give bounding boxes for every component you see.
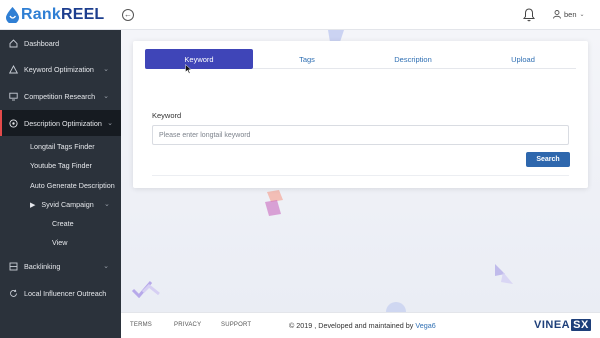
bell-icon[interactable]: [523, 8, 535, 22]
vega6-link[interactable]: Vega6: [415, 321, 435, 330]
home-icon: [8, 38, 18, 48]
decorative-shape-icon: [131, 281, 160, 298]
grid-icon: [8, 261, 18, 271]
keyword-input[interactable]: Please enter longtail keyword: [152, 125, 569, 145]
copyright-prefix: © 2019 , Developed and maintained by: [289, 321, 416, 330]
sidebar-item-label: Description Optimization: [24, 118, 102, 128]
sidebar-subitem-longtail-tags-finder[interactable]: Longtail Tags Finder: [30, 142, 95, 151]
decorative-shape-icon: [495, 264, 513, 284]
target-icon: [8, 118, 18, 128]
tab-tags[interactable]: Tags: [253, 49, 361, 69]
sidebar: Dashboard Keyword Optimization ⌄ Competi…: [0, 30, 121, 338]
keyword-field-label: Keyword: [152, 111, 182, 120]
sidebar-item-local-influencer-outreach[interactable]: Local Influencer Outreach: [0, 280, 121, 306]
main-content: Keyword Tags Description Upload Keyword …: [121, 30, 600, 338]
caret-right-icon: ▶: [30, 201, 36, 209]
sidebar-item-label: Backlinking: [24, 261, 61, 271]
sidebar-subitem-view[interactable]: View: [52, 238, 67, 247]
logo-text-rank: Rank: [21, 6, 61, 23]
divider: [152, 175, 569, 176]
sidebar-item-keyword-optimization[interactable]: Keyword Optimization ⌄: [0, 56, 121, 82]
sidebar-subitem-syvid-campaign[interactable]: ▶ Syvid Campaign ⌄: [30, 200, 110, 209]
sidebar-item-label: Competition Research: [24, 91, 96, 101]
mouse-cursor-icon: [185, 64, 192, 74]
chevron-down-icon: ⌄: [103, 263, 109, 270]
chevron-down-icon: ⌄: [103, 66, 109, 73]
footer-link-privacy[interactable]: PRIVACY: [174, 322, 201, 328]
arrow-left-circle-icon[interactable]: ←: [122, 9, 134, 21]
search-button[interactable]: Search: [526, 152, 570, 167]
vineasx-logo-suffix: SX: [571, 319, 591, 331]
chevron-down-icon: ⌄: [107, 120, 113, 127]
sidebar-subitem-auto-generate-description[interactable]: Auto Generate Description: [30, 181, 115, 190]
keyword-search-card: Keyword Tags Description Upload Keyword …: [133, 41, 588, 188]
tab-description[interactable]: Description: [359, 49, 467, 69]
top-header: Rank REEL ← ben ⌄: [0, 0, 600, 30]
sidebar-item-dashboard[interactable]: Dashboard: [0, 30, 121, 56]
decorative-shape-icon: [265, 190, 283, 216]
copyright-text: © 2019 , Developed and maintained by Veg…: [289, 321, 436, 330]
sidebar-item-backlinking[interactable]: Backlinking ⌄: [0, 253, 121, 279]
monitor-icon: [8, 91, 18, 101]
logo-text-reel: REEL: [60, 6, 105, 23]
alert-triangle-icon: [8, 64, 18, 74]
footer-link-support[interactable]: SUPPORT: [221, 322, 251, 328]
sidebar-item-label: Local Influencer Outreach: [24, 288, 107, 298]
chevron-down-icon: ⌄: [104, 201, 110, 208]
sidebar-item-label: Keyword Optimization: [24, 64, 94, 74]
footer-link-terms[interactable]: TERMS: [130, 322, 152, 328]
refresh-icon: [8, 288, 18, 298]
sidebar-item-label: Dashboard: [24, 38, 60, 48]
chevron-down-icon: ⌄: [103, 93, 109, 100]
sidebar-subitem-label: Syvid Campaign: [41, 200, 94, 209]
sidebar-subitem-youtube-tag-finder[interactable]: Youtube Tag Finder: [30, 161, 92, 170]
vineasx-logo: VINEA SX: [534, 319, 591, 331]
user-name: ben: [564, 10, 577, 19]
user-menu[interactable]: ben ⌄: [553, 10, 585, 19]
sidebar-item-description-optimization[interactable]: Description Optimization ⌄: [0, 110, 121, 136]
app-logo[interactable]: Rank REEL: [6, 5, 104, 25]
tab-upload[interactable]: Upload: [469, 49, 577, 69]
decorative-shape-icon: [386, 302, 406, 312]
user-icon: [553, 10, 561, 19]
footer: TERMS PRIVACY SUPPORT © 2019 , Developed…: [121, 312, 600, 338]
vineasx-logo-main: VINEA: [534, 319, 571, 331]
sidebar-subitem-create[interactable]: Create: [52, 219, 74, 228]
droplet-logo-icon: [6, 7, 19, 23]
chevron-down-icon: ⌄: [579, 12, 585, 18]
tab-keyword[interactable]: Keyword: [145, 49, 253, 69]
tab-bar: Keyword Tags Description Upload: [145, 49, 576, 69]
sidebar-item-competition-research[interactable]: Competition Research ⌄: [0, 83, 121, 109]
